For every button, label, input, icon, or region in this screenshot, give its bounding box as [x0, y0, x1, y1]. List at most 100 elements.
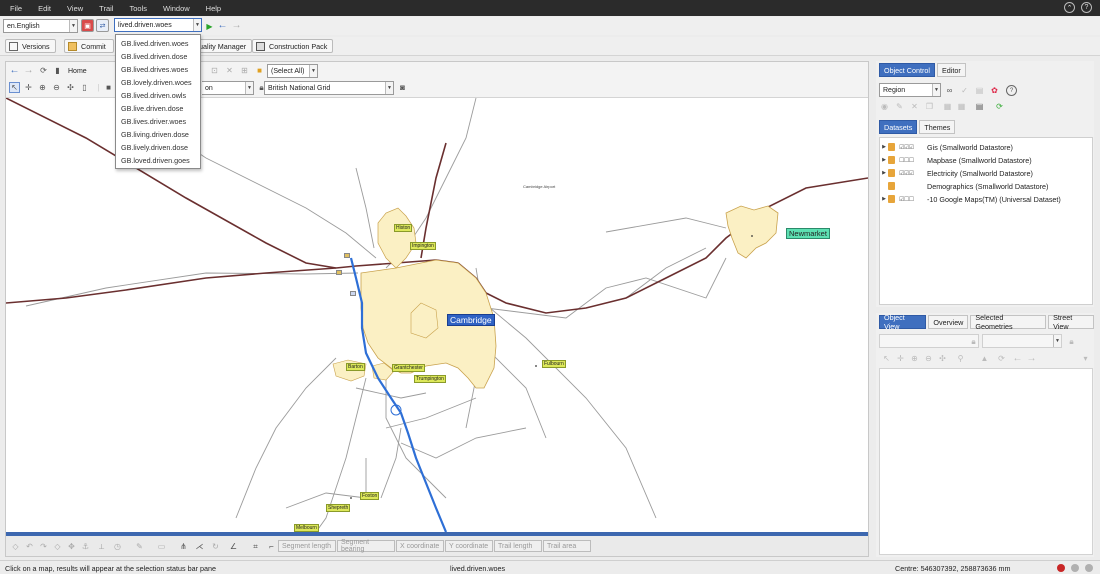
alternative-icon[interactable]: ▣ [81, 19, 94, 32]
dataset-row[interactable]: ▶ ☑☑☑ Gis (Smallworld Datastore) [880, 141, 1013, 153]
feature-marker[interactable] [350, 291, 356, 296]
trail-length-field[interactable]: Trail length [494, 540, 542, 552]
copy-icon[interactable]: ❐ [924, 101, 935, 112]
object-selector[interactable] [879, 334, 979, 348]
chevron-down-icon[interactable]: ▾ [1080, 353, 1091, 364]
refresh-icon[interactable]: ⟳ [996, 353, 1007, 364]
trail-area-field[interactable]: Trail area [543, 540, 591, 552]
help-icon[interactable]: ? [1081, 2, 1092, 13]
dataset-row[interactable]: ▶ ☐☐☐ Mapbase (Smallworld Datastore) [880, 154, 1032, 166]
edit-icon[interactable]: ✎ [134, 541, 145, 552]
tab-object-control[interactable]: Object Control [879, 63, 935, 77]
cambridge-label[interactable]: Cambridge [447, 314, 495, 326]
dropdown-option[interactable]: GB.lives.driver.woes [116, 115, 200, 128]
dropdown-option[interactable]: GB.loved.driven.goes [116, 154, 200, 167]
construction-pack-button[interactable]: Construction Pack [252, 39, 334, 53]
visibility-checkboxes[interactable]: ☐☐☐ [899, 157, 923, 164]
trail-tool-icon[interactable]: ◇ [10, 541, 21, 552]
visibility-checkboxes[interactable]: ☑☐☐ [899, 196, 923, 203]
zoom-in-icon[interactable]: ⊕ [909, 353, 920, 364]
grid2-icon[interactable]: ▦ [956, 101, 967, 112]
expand-icon[interactable]: ▶ [880, 157, 888, 163]
alternative-select[interactable]: lived.driven.woes ▼ [114, 18, 202, 32]
shape-icon[interactable]: ◇ [52, 541, 63, 552]
segment-length-field[interactable]: Segment length [278, 540, 336, 552]
collapse-icon[interactable]: ⌃ [1064, 2, 1075, 13]
layer-icon[interactable]: ■ [103, 82, 114, 93]
refresh-icon[interactable]: ⟳ [38, 65, 49, 76]
forward-arrow-icon[interactable]: → [23, 65, 34, 76]
forward-arrow-icon[interactable]: → [231, 20, 242, 31]
measure-icon[interactable]: ⟂ [96, 541, 107, 552]
edit-icon[interactable]: ✎ [894, 101, 905, 112]
tab-street-view[interactable]: Street View [1048, 313, 1094, 331]
dropdown-option[interactable]: GB.lived.driven.dose [116, 50, 200, 63]
dropdown-option[interactable]: GB.lived.drives.woes [116, 63, 200, 76]
pan-icon[interactable]: ✛ [23, 82, 34, 93]
folder-icon[interactable]: ■ [254, 65, 265, 76]
check-icon[interactable]: ✓ [959, 85, 970, 96]
visibility-checkboxes[interactable]: ☑☑☑ [899, 144, 923, 151]
split-icon[interactable]: ⋌ [194, 541, 205, 552]
camera-icon[interactable]: ◙ [397, 82, 408, 93]
refresh-icon[interactable]: ⟳ [994, 101, 1005, 112]
deselect-icon[interactable]: ✕ [224, 65, 235, 76]
tab-editor[interactable]: Editor [936, 63, 966, 77]
menu-view[interactable]: View [59, 4, 91, 13]
zoom-in-icon[interactable]: ⊕ [37, 82, 48, 93]
melbourn-label[interactable]: Melbourn [294, 524, 319, 532]
menu-help[interactable]: Help [198, 4, 229, 13]
anchor-icon[interactable]: ⚓︎ [80, 541, 91, 552]
layer-select[interactable]: on ▼ [202, 81, 254, 95]
expand-icon[interactable]: ▶ [880, 170, 888, 176]
help-icon[interactable]: ? [1006, 85, 1017, 96]
triangle-icon[interactable]: ▲ [979, 353, 990, 364]
feature-marker[interactable] [344, 253, 350, 258]
zoom-extents-icon[interactable]: ✣ [65, 82, 76, 93]
select-mode-icon[interactable]: ⊡ [209, 65, 220, 76]
snap-icon[interactable]: ⋔ [178, 541, 189, 552]
object-field-select[interactable]: ▼ [982, 334, 1062, 348]
trumpington-label[interactable]: Trumpington [414, 375, 446, 383]
menu-trail[interactable]: Trail [91, 4, 121, 13]
impington-label[interactable]: Impington [410, 242, 436, 250]
tab-object-view[interactable]: Object View [879, 313, 927, 331]
bookmark-icon[interactable]: ▮ [52, 65, 63, 76]
histon-label[interactable]: Histon [394, 224, 413, 232]
back-arrow-icon[interactable]: ← [217, 20, 228, 31]
pan-icon[interactable]: ✛ [895, 353, 906, 364]
frame-icon[interactable]: ⌗ [250, 541, 261, 552]
zoom-extents-icon[interactable]: ✣ [937, 353, 948, 364]
table-icon[interactable]: ▤ [974, 85, 985, 96]
zoom-out-icon[interactable]: ⊖ [51, 82, 62, 93]
commit-button[interactable]: Commit [64, 39, 114, 53]
tab-datasets[interactable]: Datasets [879, 120, 918, 134]
tab-overview[interactable]: Overview [928, 315, 969, 329]
quality-manager-button[interactable]: uality Manager [196, 39, 253, 53]
delete-icon[interactable]: ✕ [909, 101, 920, 112]
palette-icon[interactable]: ✿ [989, 85, 1000, 96]
dataset-row[interactable]: ▶ ☑☑☑ Electricity (Smallworld Datastore) [880, 167, 1033, 179]
coordinate-system-select[interactable]: British National Grid ▼ [264, 81, 394, 95]
expand-icon[interactable]: ▶ [880, 196, 888, 202]
dropdown-option[interactable]: GB.living.driven.dose [116, 128, 200, 141]
grid-icon[interactable]: ▦ [942, 101, 953, 112]
book-icon[interactable]: ▯ [79, 82, 90, 93]
fulbourn-label[interactable]: Fulbourn [542, 360, 566, 368]
tab-themes[interactable]: Themes [919, 120, 956, 134]
language-select[interactable]: en.English ▼ [3, 19, 78, 33]
tab-selected-geometries[interactable]: Selected Geometries [970, 313, 1047, 331]
barton-label[interactable]: Barton [346, 363, 365, 371]
zoom-out-icon[interactable]: ⊖ [923, 353, 934, 364]
clock-icon[interactable]: ◷ [112, 541, 123, 552]
dropdown-option[interactable]: GB.lived.driven.owls [116, 89, 200, 102]
shepreth-label[interactable]: Shepreth [326, 504, 351, 512]
square-icon[interactable]: ▭ [156, 541, 167, 552]
segment-bearing-field[interactable]: Segment bearing [337, 539, 395, 553]
select-tool-icon[interactable]: ⊞ [239, 65, 250, 76]
region-select[interactable]: Region ▼ [879, 83, 941, 97]
y-coordinate-field[interactable]: Y coordinate [445, 540, 493, 552]
back-arrow-icon[interactable]: ← [9, 65, 20, 76]
feature-marker[interactable] [336, 270, 342, 275]
dropdown-option[interactable]: GB.lovely.driven.woes [116, 76, 200, 89]
